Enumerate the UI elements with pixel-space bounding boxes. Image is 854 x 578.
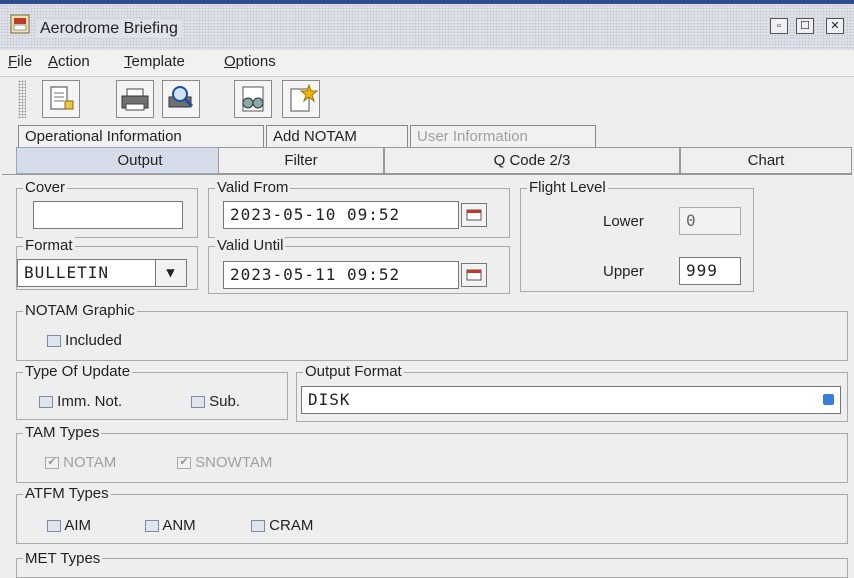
checkbox-icon <box>145 520 159 533</box>
print-button[interactable] <box>116 80 154 118</box>
checkbox-icon <box>39 396 53 409</box>
print-preview-icon <box>168 86 194 108</box>
calendar-icon <box>466 209 482 221</box>
valid-from-label: Valid From <box>215 179 291 197</box>
binoculars-icon <box>242 86 264 112</box>
notam-graphic-label: NOTAM Graphic <box>23 302 137 320</box>
chevron-down-icon[interactable]: ▼ <box>155 260 186 286</box>
valid-from-group: Valid From 2023-05-10 09:52 <box>208 179 510 238</box>
checkbox-icon <box>251 520 265 533</box>
tab-user-information[interactable]: User Information <box>410 125 596 147</box>
aim-checkbox[interactable]: AIM <box>47 517 91 534</box>
output-format-group: Output Format DISK <box>296 363 848 422</box>
checkmark-icon: ✔ <box>177 457 191 470</box>
type-of-update-group: Type Of Update Imm. Not. Sub. <box>16 363 288 420</box>
snowtam-checkbox[interactable]: ✔ SNOWTAM <box>177 454 272 471</box>
format-select[interactable]: BULLETIN ▼ <box>17 259 187 287</box>
flight-level-group: Flight Level Lower 0 Upper 999 <box>520 179 754 292</box>
output-format-select[interactable]: DISK <box>301 386 841 414</box>
app-icon <box>10 14 30 34</box>
upper-input[interactable]: 999 <box>679 257 741 285</box>
notam-graphic-group: NOTAM Graphic Included <box>16 302 848 361</box>
format-label: Format <box>23 237 75 255</box>
wizard-button[interactable] <box>282 80 320 118</box>
new-document-button[interactable] <box>42 80 80 118</box>
tam-types-group: TAM Types ✔ NOTAM ✔ SNOWTAM <box>16 424 848 483</box>
maximize-icon[interactable]: ☐ <box>796 18 814 34</box>
tab-add-notam[interactable]: Add NOTAM <box>266 125 408 147</box>
calendar-icon <box>466 269 482 281</box>
minimize-icon[interactable]: ▫ <box>770 18 788 34</box>
cover-group: Cover <box>16 179 198 238</box>
valid-until-calendar-button[interactable] <box>461 263 487 287</box>
sub-checkbox[interactable]: Sub. <box>191 393 240 410</box>
valid-from-calendar-button[interactable] <box>461 203 487 227</box>
output-format-label: Output Format <box>303 363 404 381</box>
valid-until-input[interactable]: 2023-05-11 09:52 <box>223 261 459 289</box>
checkbox-icon <box>191 396 205 409</box>
menu-file[interactable]: File <box>8 53 32 70</box>
cram-checkbox[interactable]: CRAM <box>251 517 313 534</box>
tab-operational-information[interactable]: Operational Information <box>18 125 264 147</box>
flight-level-label: Flight Level <box>527 179 608 197</box>
lower-input: 0 <box>679 207 741 235</box>
cover-label: Cover <box>23 179 68 197</box>
atfm-types-label: ATFM Types <box>23 485 111 503</box>
valid-from-input[interactable]: 2023-05-10 09:52 <box>223 201 459 229</box>
toolbar-grip[interactable] <box>18 80 26 118</box>
wizard-icon <box>290 83 319 112</box>
print-preview-button[interactable] <box>162 80 200 118</box>
included-checkbox[interactable]: Included <box>47 332 122 349</box>
menu-action[interactable]: Action <box>48 53 90 70</box>
dropdown-icon[interactable] <box>823 394 834 405</box>
valid-until-label: Valid Until <box>215 237 286 255</box>
notam-checkbox[interactable]: ✔ NOTAM <box>45 454 116 471</box>
met-types-label: MET Types <box>23 550 103 568</box>
checkmark-icon: ✔ <box>45 457 59 470</box>
type-of-update-label: Type Of Update <box>23 363 133 381</box>
met-types-group: MET Types <box>16 550 848 578</box>
imm-not-checkbox[interactable]: Imm. Not. <box>39 393 122 410</box>
format-group: Format BULLETIN ▼ <box>16 237 198 290</box>
tam-types-label: TAM Types <box>23 424 102 442</box>
close-icon[interactable]: ✕ <box>826 18 844 34</box>
valid-until-group: Valid Until 2023-05-11 09:52 <box>208 237 510 294</box>
menu-template[interactable]: Template <box>124 53 185 70</box>
checkbox-icon <box>47 520 61 533</box>
lower-label: Lower <box>603 213 644 230</box>
atfm-types-group: ATFM Types AIM ANM CRAM <box>16 485 848 544</box>
new-document-icon <box>50 86 74 110</box>
tab-chart[interactable]: Chart <box>680 147 852 174</box>
menu-bar: File Action Template Options <box>0 50 854 77</box>
print-icon <box>121 88 149 111</box>
tab-filter[interactable]: Filter <box>218 147 384 174</box>
find-button[interactable] <box>234 80 272 118</box>
cover-input[interactable] <box>33 201 183 229</box>
upper-label: Upper <box>603 263 644 280</box>
menu-options[interactable]: Options <box>224 53 276 70</box>
window-title: Aerodrome Briefing <box>36 20 182 38</box>
anm-checkbox[interactable]: ANM <box>145 517 196 534</box>
checkbox-icon <box>47 335 61 348</box>
tab-q-code[interactable]: Q Code 2/3 <box>384 147 680 174</box>
